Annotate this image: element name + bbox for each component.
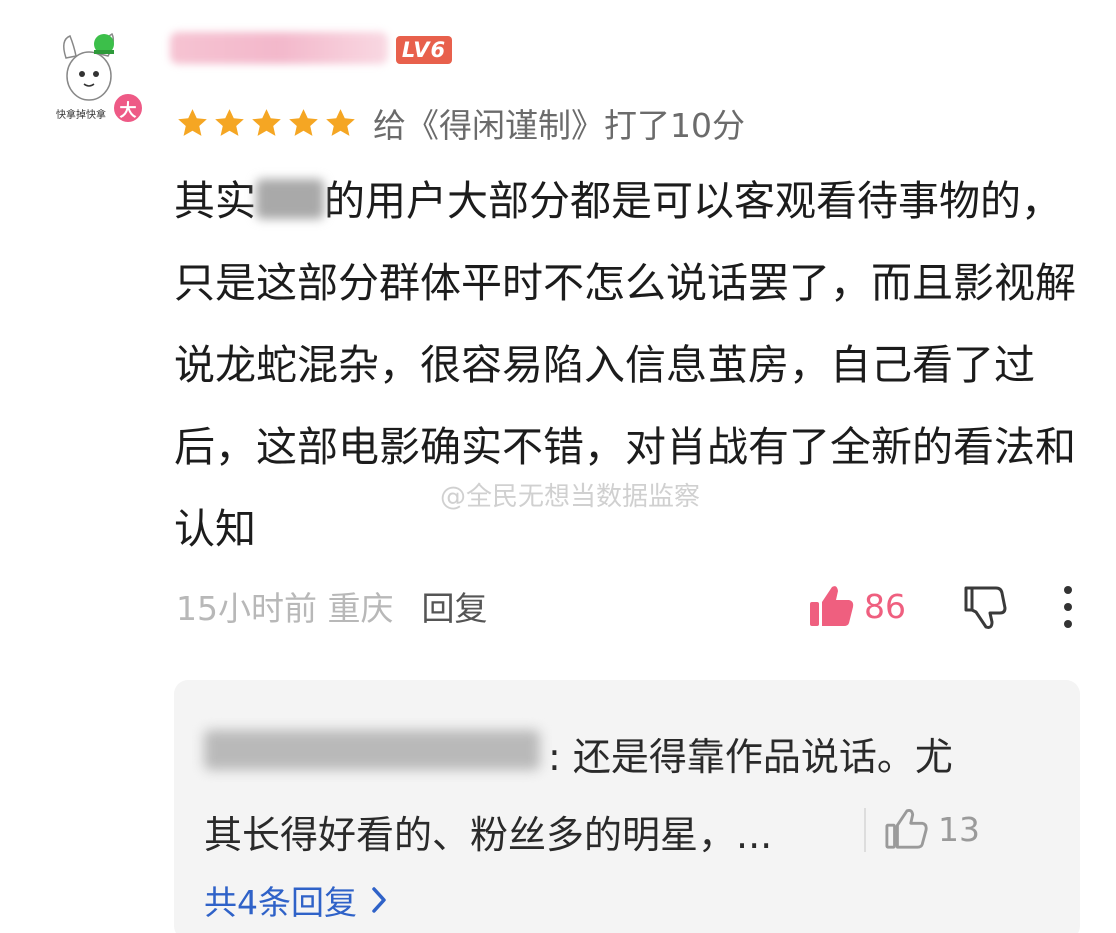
thumbs-up-outline-icon (885, 808, 928, 849)
comment-time-location: 15小时前 重庆 (176, 589, 394, 628)
avatar-cartoon-icon (63, 32, 115, 101)
avatar-badge: 大 (112, 92, 144, 124)
more-options-icon[interactable] (1056, 584, 1080, 630)
rating-row: 给《得闲谨制》打了10分 (176, 100, 745, 146)
user-level-badge: LV6 (396, 36, 452, 64)
reply-text-line2: 其长得好看的、粉丝多的明星，... (204, 813, 773, 857)
redacted-text (256, 179, 324, 219)
like-button[interactable]: 86 (808, 580, 906, 632)
comment-meta: 15小时前 重庆 回复 (176, 580, 487, 632)
star-icon (252, 108, 281, 136)
chevron-right-icon (372, 887, 386, 913)
thumbs-down-icon[interactable] (960, 582, 1010, 632)
reply-author-blurred[interactable] (204, 730, 540, 770)
username-blurred[interactable] (170, 32, 388, 64)
comment-text-start: 其实 (174, 177, 256, 225)
thumbs-up-filled-icon (810, 586, 854, 626)
watermark: @全民无想当数据监察 (440, 482, 701, 512)
star-icon (215, 108, 244, 136)
reply-text-line1: : 还是得靠作品说话。尤 (548, 735, 953, 779)
avatar[interactable]: 快拿掉快拿 大 (48, 28, 144, 128)
view-more-replies-link[interactable]: 共4条回复 (204, 876, 387, 924)
reply-button[interactable]: 回复 (421, 582, 487, 630)
star-icon (289, 108, 318, 136)
more-replies-label: 共4条回复 (204, 883, 357, 922)
star-icon (326, 108, 355, 136)
reply-like-count: 13 (938, 809, 980, 849)
like-count: 86 (864, 586, 906, 626)
divider (864, 808, 866, 852)
avatar-caption: 快拿掉快拿 (56, 110, 106, 121)
star-icon (178, 108, 207, 136)
reply-preview[interactable]: : 还是得靠作品说话。尤 其长得好看的、粉丝多的明星，... 13 共4条回复 (174, 680, 1080, 933)
reply-like-button[interactable]: 13 (884, 804, 980, 854)
rating-text: 给《得闲谨制》打了10分 (373, 106, 745, 145)
star-rating (176, 107, 357, 140)
comment-card: 快拿掉快拿 大 LV6 给《得闲谨制》打了10分 其实 的用户大部分都是可以客观看… (0, 0, 1116, 933)
